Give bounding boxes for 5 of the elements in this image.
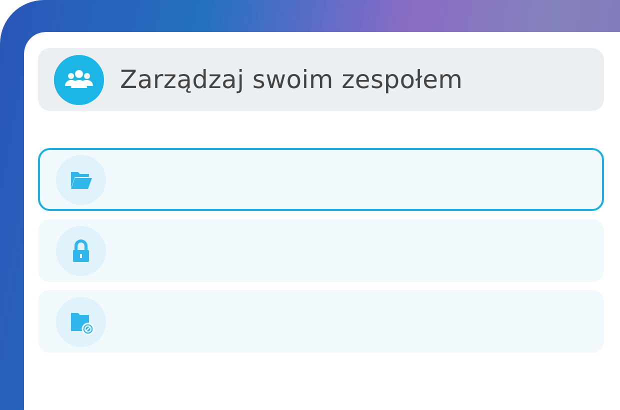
option-row[interactable] — [38, 148, 604, 211]
option-row[interactable] — [38, 290, 604, 353]
option-row[interactable] — [38, 219, 604, 282]
team-icon — [54, 54, 104, 104]
header-title: Zarządzaj swoim zespołem — [120, 64, 463, 96]
